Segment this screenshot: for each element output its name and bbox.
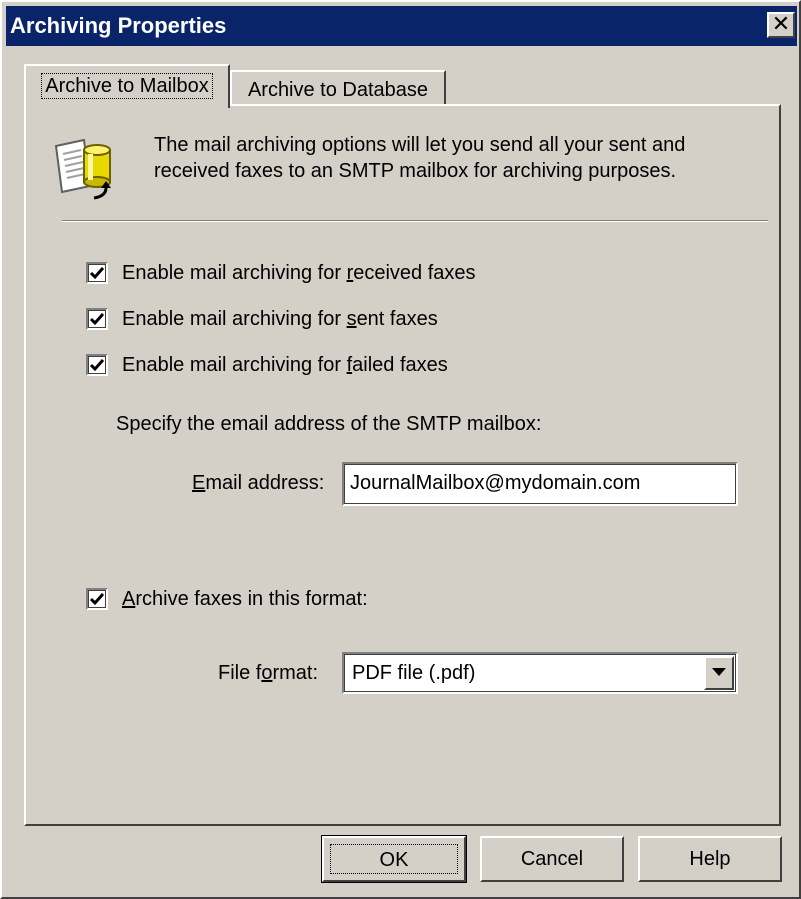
- checkmark-icon: [90, 267, 104, 280]
- sent-faxes-label: Enable mail archiving for sent faxes: [122, 308, 438, 330]
- file-format-select[interactable]: PDF file (.pdf): [342, 652, 738, 694]
- tab-label: Archive to Database: [247, 79, 429, 101]
- title-bar: Archiving Properties ✕: [6, 6, 797, 46]
- tab-panel: The mail archiving options will let you …: [24, 104, 781, 826]
- sent-faxes-checkbox[interactable]: [86, 308, 108, 330]
- chevron-down-icon: [712, 668, 726, 676]
- intro-line: The mail archiving options will let you …: [154, 134, 686, 156]
- archive-icon: [54, 138, 111, 200]
- file-format-value: PDF file (.pdf): [352, 662, 476, 684]
- failed-faxes-label: Enable mail archiving for failed faxes: [122, 354, 448, 376]
- help-button[interactable]: Help: [638, 836, 782, 882]
- intro-text: The mail archiving options will let you …: [154, 132, 754, 184]
- archive-format-checkbox[interactable]: [86, 588, 108, 610]
- ok-button-label: OK: [330, 844, 458, 874]
- window-title: Archiving Properties: [10, 13, 227, 38]
- archiving-properties-dialog: Archiving Properties ✕ Archive to Mailbo…: [0, 0, 801, 899]
- archive-format-label: Archive faxes in this format:: [122, 588, 368, 610]
- checkmark-icon: [90, 359, 104, 372]
- cancel-button[interactable]: Cancel: [480, 836, 624, 882]
- tab-label: Archive to Mailbox: [41, 73, 213, 99]
- separator: [62, 220, 768, 222]
- checkmark-icon: [90, 313, 104, 326]
- file-format-label: File format:: [218, 662, 319, 684]
- specify-email-text: Specify the email address of the SMTP ma…: [116, 413, 542, 435]
- tab-archive-to-database[interactable]: Archive to Database: [230, 70, 446, 106]
- email-address-label: Email address:: [192, 472, 325, 494]
- checkmark-icon: [90, 593, 104, 606]
- tab-archive-to-mailbox[interactable]: Archive to Mailbox: [24, 64, 230, 108]
- failed-faxes-checkbox[interactable]: [86, 354, 108, 376]
- email-address-input[interactable]: JournalMailbox@mydomain.com: [342, 462, 738, 506]
- received-faxes-checkbox[interactable]: [86, 262, 108, 284]
- file-format-dropdown-button[interactable]: [704, 656, 734, 690]
- close-icon: ✕: [771, 11, 791, 36]
- ok-button[interactable]: OK: [321, 835, 467, 883]
- received-faxes-label: Enable mail archiving for received faxes: [122, 262, 476, 284]
- intro-line: received faxes to an SMTP mailbox for ar…: [154, 160, 677, 182]
- close-button[interactable]: ✕: [767, 12, 795, 38]
